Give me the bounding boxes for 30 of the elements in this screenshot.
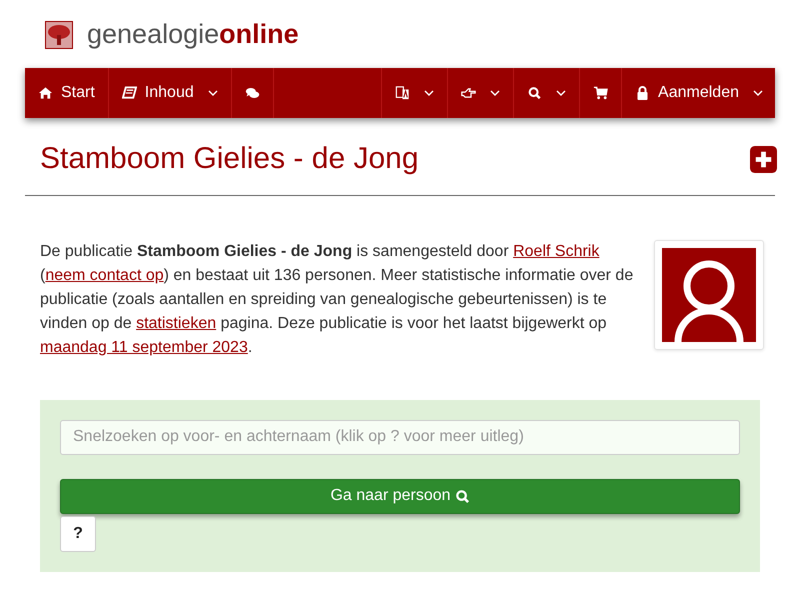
home-icon (38, 86, 53, 100)
site-logo-text[interactable]: genealogieonline (87, 19, 299, 50)
book-icon (122, 86, 137, 100)
cart-icon (593, 86, 608, 100)
text-link[interactable]: neem contact op (45, 267, 164, 284)
text-link[interactable]: Roelf Schrik (513, 243, 600, 260)
nav-item[interactable]: Inhoud (108, 68, 232, 118)
hand-pointer-icon (461, 86, 476, 100)
nav-item[interactable]: Start (25, 68, 109, 118)
translate-icon (395, 86, 410, 100)
caret-icon (556, 90, 566, 96)
plus-icon[interactable] (750, 146, 777, 172)
search-icon (454, 488, 470, 504)
intro-paragraph: De publicatie Stamboom Gielies - de Jong is samengesteld door Roelf Schrik (neem contact op) en bestaat uit 136 personen. Meer statistische informatie over de publicatie (zoals aantallen en spreiding van genealogische gebeurtenissen) is te vinden op de statistieken pagina. Deze publicatie is voor het laatst bijgewerkt op maandag 11 september 2023. (40, 242, 634, 358)
text-link[interactable]: maandag 11 september 2023 (40, 339, 248, 356)
search-icon (527, 86, 542, 100)
help-button[interactable]: ? (60, 516, 96, 552)
chat-icon (244, 86, 260, 100)
avatar-icon (662, 248, 756, 342)
page-title: Stamboom Gielies - de Jong (40, 142, 419, 176)
caret-icon (490, 90, 500, 96)
caret-icon (424, 90, 434, 96)
text-link[interactable]: statistieken (136, 315, 216, 332)
nav-item[interactable]: Aanmelden (622, 68, 775, 118)
search-field[interactable]: Snelzoeken op voor- en achternaam (klik op ? voor meer uitleg) (60, 420, 740, 455)
lock-icon (635, 86, 650, 100)
caret-icon (753, 90, 763, 96)
go-to-person-button[interactable]: Ga naar persoon (60, 478, 740, 514)
tree-logo-icon (45, 20, 73, 48)
caret-icon (208, 90, 218, 96)
